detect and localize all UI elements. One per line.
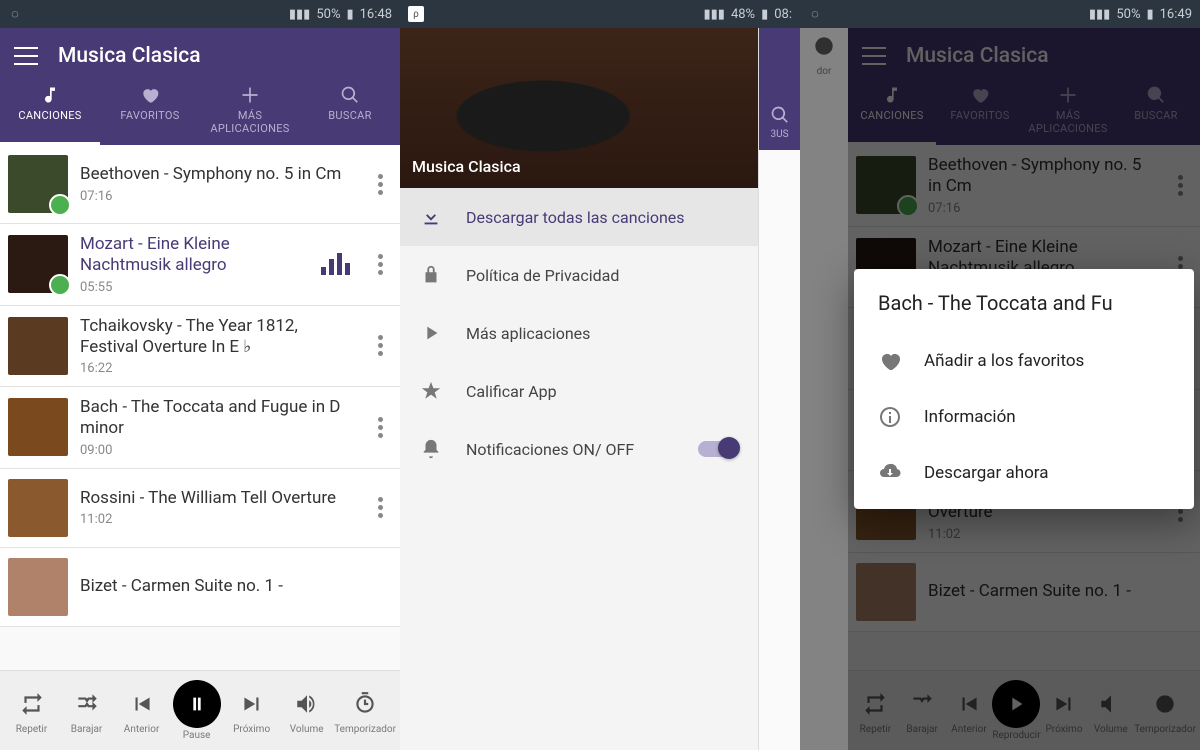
tab-songs[interactable]: CANCIONES	[0, 80, 100, 145]
overflow-icon[interactable]	[368, 497, 392, 518]
song-title: Rossini - The William Tell Overture	[80, 488, 356, 509]
context-dialog: Bach - The Toccata and Fu Añadir a los f…	[854, 269, 1194, 509]
song-thumbnail	[8, 398, 68, 456]
screen-drawer: ρ ▮▮▮ 48% ▮ 08: Musica Clasica Descargar to…	[400, 0, 800, 750]
list-item[interactable]: Rossini - The William Tell Overture 11:02	[0, 469, 400, 548]
song-thumbnail	[8, 479, 68, 537]
prev-screen-edge: dor	[800, 28, 848, 750]
overflow-icon[interactable]	[368, 335, 392, 356]
list-item[interactable]: Mozart - Eine Kleine Nachtmusik allegro 0…	[0, 224, 400, 306]
volume-button[interactable]: Volume	[279, 686, 334, 735]
background-strip: 3US	[758, 28, 800, 750]
song-thumbnail	[8, 558, 68, 616]
search-icon	[770, 105, 790, 125]
status-bar: ρ ▮▮▮ 48% ▮ 08:	[400, 0, 800, 28]
notification-icon: ◌	[8, 7, 22, 21]
menu-icon[interactable]	[14, 47, 38, 65]
song-title: Bizet - Carmen Suite no. 1 -	[80, 576, 392, 597]
song-thumbnail	[8, 235, 68, 293]
list-item[interactable]: Tchaikovsky - The Year 1812, Festival Ov…	[0, 306, 400, 388]
tab-favorites[interactable]: FAVORITOS	[100, 80, 200, 145]
song-list[interactable]: Beethoven - Symphony no. 5 in Cm 07:16 Mo…	[0, 145, 400, 670]
screen-dialog: ◌ ▮▮▮50%▮16:49 dor Musica Clasica CANCIO…	[800, 0, 1200, 750]
navigation-drawer: Musica Clasica Descargar todas las canci…	[400, 28, 758, 750]
app-bar: Musica Clasica	[0, 28, 400, 76]
signal-icon: ▮▮▮	[703, 7, 724, 22]
song-thumbnail	[8, 155, 68, 213]
dialog-scrim[interactable]: Bach - The Toccata and Fu Añadir a los f…	[848, 28, 1200, 750]
tab-bar: CANCIONES FAVORITOS MÁSAPLICACIONES BUSC…	[0, 76, 400, 145]
list-item[interactable]: Beethoven - Symphony no. 5 in Cm 07:16	[0, 145, 400, 224]
dialog-title: Bach - The Toccata and Fu	[854, 291, 1194, 333]
song-duration: 07:16	[80, 189, 356, 204]
list-item[interactable]: Bizet - Carmen Suite no. 1 -	[0, 548, 400, 627]
overflow-icon[interactable]	[368, 174, 392, 195]
status-bar: ◌ ▮▮▮ 50% ▮ 16:49	[800, 0, 1200, 28]
dialog-option-info[interactable]: Información	[854, 389, 1194, 445]
drawer-header: Musica Clasica	[400, 28, 758, 188]
tab-search[interactable]: BUSCAR	[300, 80, 400, 145]
notifications-switch[interactable]	[698, 441, 738, 457]
search-status-icon: ρ	[408, 6, 424, 22]
pause-button[interactable]: Pause	[169, 680, 224, 741]
next-button[interactable]: Próximo	[224, 686, 279, 735]
drawer-title: Musica Clasica	[412, 157, 521, 176]
list-item[interactable]: Bach - The Toccata and Fugue in D minor 0…	[0, 387, 400, 469]
dialog-option-download[interactable]: Descargar ahora	[854, 445, 1194, 501]
drawer-item-privacy[interactable]: Política de Privacidad	[400, 246, 758, 304]
song-duration: 09:00	[80, 443, 356, 458]
previous-button[interactable]: Anterior	[114, 686, 169, 735]
drawer-item-notifications[interactable]: Notificaciones ON/ OFF	[400, 420, 758, 478]
dialog-option-favorite[interactable]: Añadir a los favoritos	[854, 333, 1194, 389]
battery-icon: ▮	[346, 7, 353, 22]
tab-more-apps[interactable]: MÁSAPLICACIONES	[200, 80, 300, 145]
app-title: Musica Clasica	[58, 44, 201, 68]
drawer-item-rate[interactable]: Calificar App	[400, 362, 758, 420]
overflow-icon[interactable]	[368, 417, 392, 438]
song-duration: 11:02	[80, 512, 356, 527]
song-title: Bach - The Toccata and Fugue in D minor	[80, 397, 356, 440]
notification-icon: ◌	[808, 7, 822, 21]
battery-icon: ▮	[761, 7, 768, 22]
player-bar: Repetir Barajar Anterior Pause Próximo V…	[0, 670, 400, 750]
screen-songs: ◌ ▮▮▮ 50% ▮ 16:48 Musica Clasica CANCION…	[0, 0, 400, 750]
overflow-icon[interactable]	[368, 254, 392, 275]
drawer-item-download-all[interactable]: Descargar todas las canciones	[400, 188, 758, 246]
clock: 16:48	[360, 7, 392, 22]
song-duration: 16:22	[80, 361, 356, 376]
status-bar: ◌ ▮▮▮ 50% ▮ 16:48	[0, 0, 400, 28]
battery-icon: ▮	[1146, 7, 1153, 22]
song-title: Mozart - Eine Kleine Nachtmusik allegro	[80, 234, 309, 277]
shuffle-button[interactable]: Barajar	[59, 686, 114, 735]
timer-button[interactable]: Temporizador	[334, 686, 396, 735]
battery-text: 50%	[316, 7, 340, 22]
song-thumbnail	[8, 317, 68, 375]
clock: 16:49	[1160, 7, 1192, 22]
drawer-item-more-apps[interactable]: Más aplicaciones	[400, 304, 758, 362]
repeat-button[interactable]: Repetir	[4, 686, 59, 735]
song-title: Tchaikovsky - The Year 1812, Festival Ov…	[80, 316, 356, 359]
battery-text: 48%	[731, 7, 755, 22]
battery-text: 50%	[1116, 7, 1140, 22]
signal-icon: ▮▮▮	[289, 7, 310, 22]
equalizer-icon	[321, 253, 350, 275]
clock: 08:	[774, 7, 792, 22]
signal-icon: ▮▮▮	[1089, 7, 1110, 22]
song-title: Beethoven - Symphony no. 5 in Cm	[80, 164, 356, 185]
song-duration: 05:55	[80, 280, 309, 295]
